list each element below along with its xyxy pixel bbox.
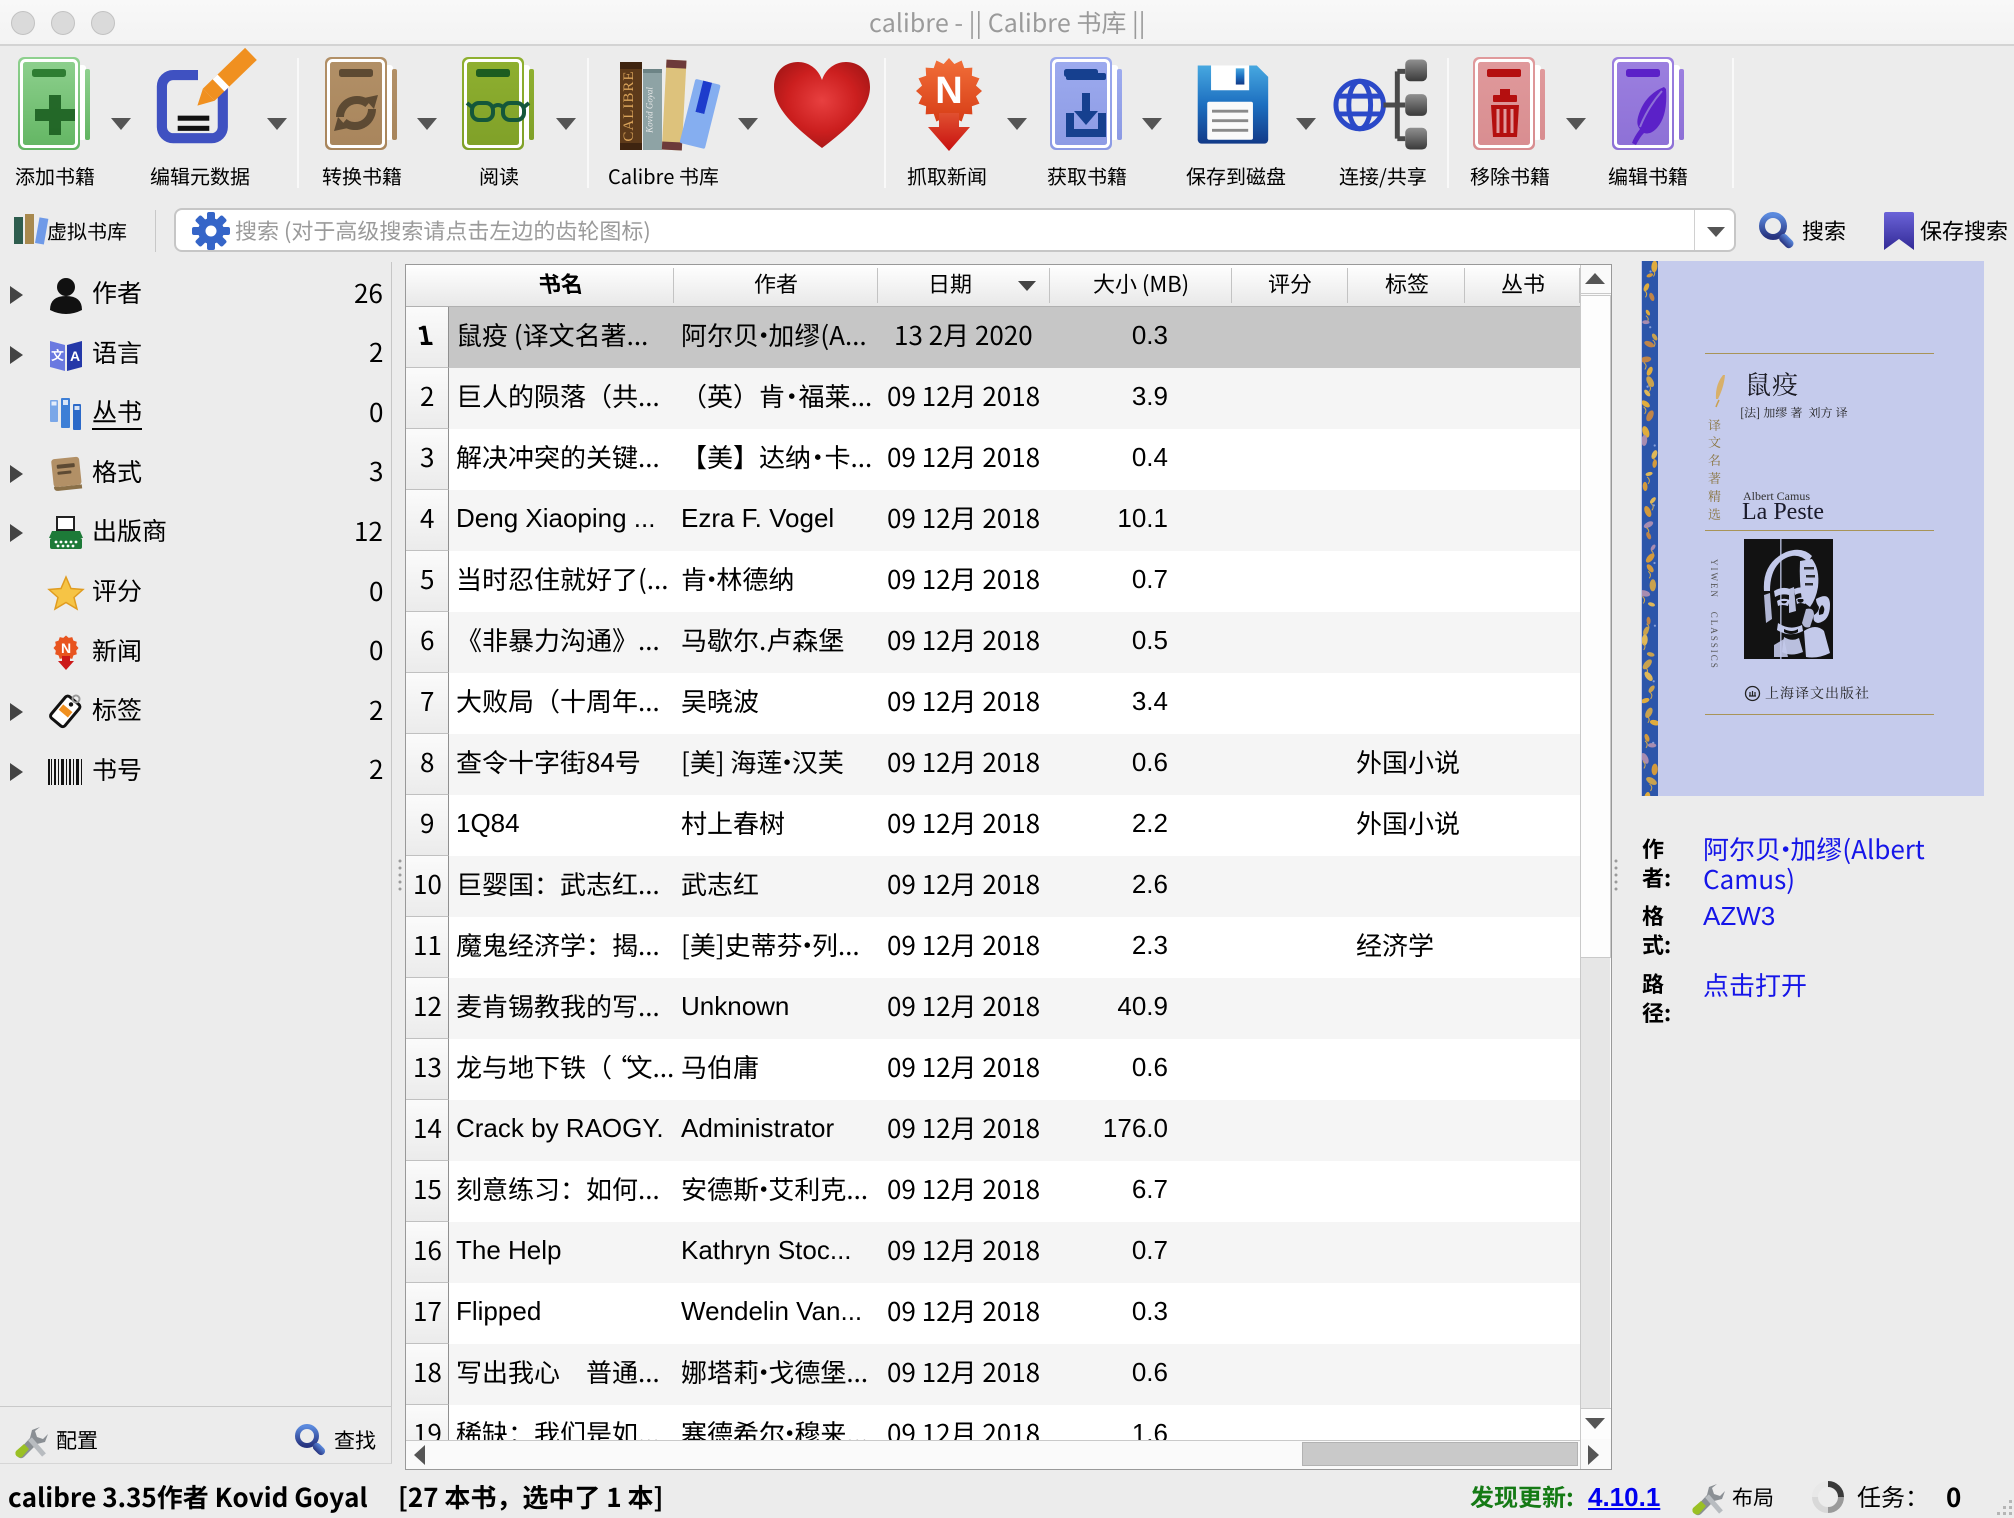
svg-text:Kovid Goyal: Kovid Goyal bbox=[645, 87, 655, 134]
svg-text:A: A bbox=[70, 348, 80, 364]
svg-text:N: N bbox=[935, 70, 962, 112]
svg-text:N: N bbox=[61, 640, 71, 656]
svg-text:CALIBRE: CALIBRE bbox=[621, 70, 637, 141]
